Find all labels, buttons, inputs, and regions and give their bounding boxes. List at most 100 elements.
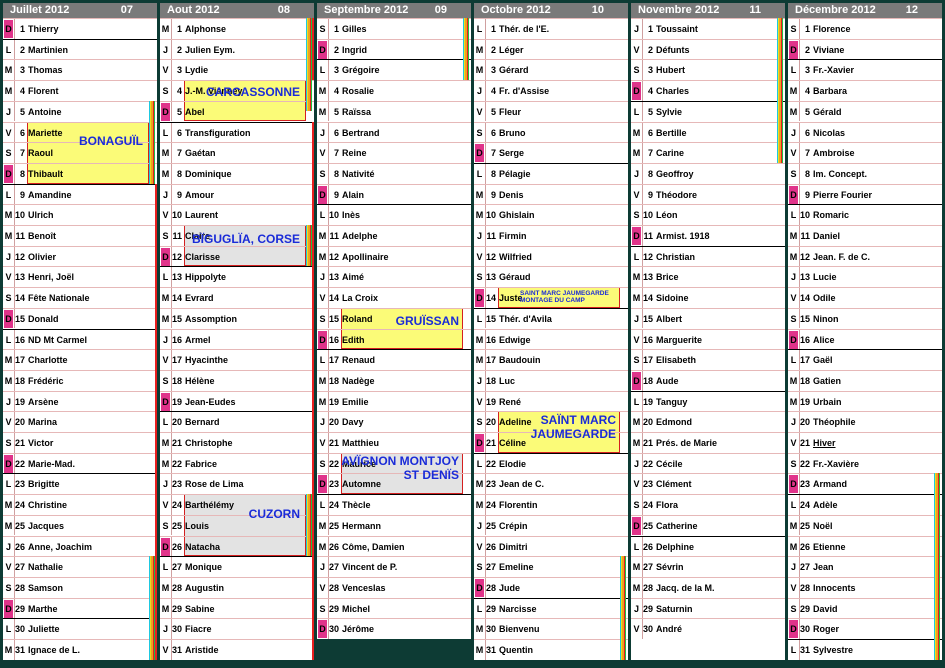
- red-separator: [312, 121, 314, 660]
- weekday-letter: M: [4, 86, 13, 97]
- saint-name: Jérôme: [342, 624, 375, 635]
- weekday-letter: L: [476, 603, 483, 614]
- day-number: 29: [642, 598, 654, 619]
- day-row: J 29 Saturnin: [631, 597, 785, 619]
- saint-name: Carine: [656, 148, 685, 159]
- saint-name: La Croix: [342, 293, 379, 304]
- weekday-letter: M: [475, 355, 484, 366]
- weekday-letter: L: [162, 127, 169, 138]
- day-row: V 23 Clément: [631, 473, 785, 495]
- weekday-letter: V: [790, 293, 797, 304]
- day-row: D 30 Roger: [788, 618, 942, 639]
- day-number: 18: [642, 370, 654, 391]
- saint-name: Bruno: [499, 127, 526, 138]
- day-number: 3: [14, 60, 26, 81]
- day-row: D 29 Marthe: [3, 597, 157, 619]
- day-number: 13: [642, 267, 654, 288]
- day-number: 2: [642, 39, 654, 60]
- day-row: L 13 Hippolyte: [160, 266, 314, 288]
- saint-name: Défunts: [656, 44, 690, 55]
- day-number: 16: [485, 329, 497, 350]
- weekday-letter: J: [5, 251, 11, 262]
- weekday-letter: L: [319, 65, 326, 76]
- day-row: S 14 Fête Nationale: [3, 287, 157, 308]
- weekday-letter: D: [632, 82, 641, 101]
- saint-name: Léon: [656, 210, 678, 221]
- saint-name: Florent: [28, 86, 59, 97]
- day-number: 1: [642, 19, 654, 39]
- weekday-letter: S: [790, 313, 797, 324]
- day-row: J 5 Antoine: [3, 100, 157, 122]
- saint-name: Albert: [656, 313, 683, 324]
- saint-name: Alain: [342, 189, 365, 200]
- day-number: 11: [14, 226, 26, 246]
- saint-name: Geoffroy: [656, 168, 694, 179]
- weekday-letter: J: [162, 479, 168, 490]
- weekday-letter: J: [319, 127, 325, 138]
- weekday-letter: V: [790, 438, 797, 448]
- day-number: 27: [14, 557, 26, 577]
- saint-name: Apollinaire: [342, 251, 389, 262]
- day-number: 2: [799, 39, 811, 60]
- saint-name: Arsène: [28, 396, 59, 407]
- day-row: M 18 Frédéric: [3, 369, 157, 391]
- day-row: M 29 Sabine: [160, 597, 314, 619]
- event-label: GRUÏSSAN: [395, 314, 459, 329]
- saint-name: Louis: [185, 520, 209, 531]
- day-row: M 26 Etienne: [788, 535, 942, 557]
- day-number: 23: [642, 474, 654, 495]
- weekday-letter: D: [161, 247, 170, 266]
- saint-name: Gérard: [499, 65, 529, 76]
- weekday-letter: L: [319, 355, 326, 366]
- day-number: 6: [485, 122, 497, 143]
- day-row: M 28 Jacq. de la M.: [631, 576, 785, 598]
- day-row: M 17 Baudouin: [474, 349, 628, 370]
- weekday-letter: V: [790, 148, 797, 159]
- saint-name: Tanguy: [656, 396, 688, 407]
- color-stripe: [777, 18, 783, 163]
- weekday-letter: S: [476, 127, 483, 138]
- saint-name: Jean-Eudes: [185, 396, 236, 407]
- month-header: Octobre 2012 10: [474, 3, 628, 18]
- day-number: 25: [171, 515, 183, 536]
- weekday-letter: M: [632, 438, 641, 448]
- day-number: 6: [171, 122, 183, 143]
- saint-name: Gaétan: [185, 148, 216, 159]
- day-number: 18: [171, 370, 183, 391]
- day-number: 19: [799, 391, 811, 412]
- day-number: 21: [799, 433, 811, 453]
- calendar: Juillet 2012 07 D 1 Thierry L 2 Martinien M 3 Thom…: [0, 0, 945, 668]
- weekday-letter: J: [633, 24, 639, 34]
- saint-name: Fr.-Xavier: [813, 65, 855, 76]
- day-number: 7: [642, 143, 654, 163]
- day-row: M 7 Carine: [631, 142, 785, 163]
- day-row: M 19 Urbain: [788, 390, 942, 412]
- saint-name: Amandine: [28, 189, 72, 200]
- day-row: S 18 Hélène: [160, 369, 314, 391]
- day-row: J 2 Julien Eym.: [160, 38, 314, 60]
- weekday-letter: M: [318, 375, 327, 386]
- day-number: 5: [328, 101, 340, 122]
- day-row: M 13 Brice: [631, 266, 785, 288]
- saint-name: Marthe: [28, 603, 58, 614]
- saint-name: Jude: [499, 582, 521, 593]
- event-label: CUZORN: [248, 506, 300, 521]
- weekday-letter: L: [5, 189, 12, 200]
- day-row: V 20 Marina: [3, 411, 157, 432]
- saint-name: Serge: [499, 148, 525, 159]
- day-row: S 1 Florence: [788, 18, 942, 39]
- day-row: M 9 Denis: [474, 183, 628, 205]
- day-row: S 24 Flora: [631, 494, 785, 515]
- saint-name: Juliette: [28, 624, 60, 635]
- day-number: 30: [171, 619, 183, 639]
- saint-name: Reine: [342, 148, 367, 159]
- day-row: J 1 Toussaint: [631, 18, 785, 39]
- day-number: 17: [485, 350, 497, 370]
- day-row: L 17 Gaël: [788, 349, 942, 370]
- day-row: L 22 Elodie: [474, 452, 628, 474]
- day-number: 19: [328, 391, 340, 412]
- day-number: 4: [328, 81, 340, 101]
- day-number: 5: [799, 101, 811, 122]
- day-row: D 11 Armist. 1918: [631, 225, 785, 246]
- day-number: 11: [642, 226, 654, 246]
